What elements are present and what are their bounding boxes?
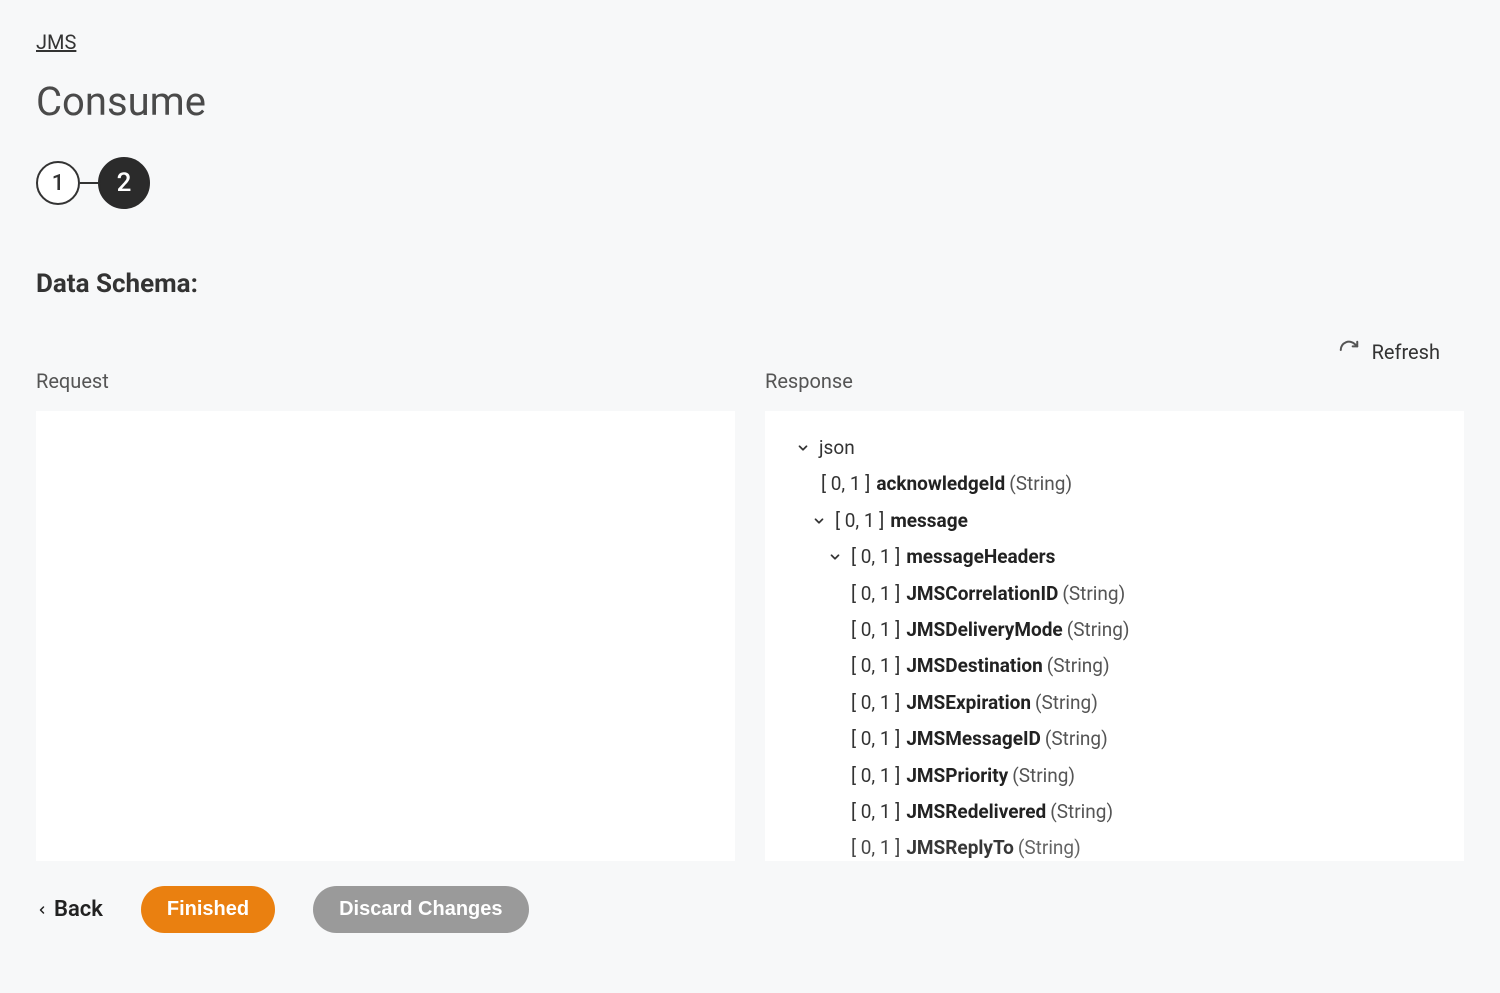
cardinality: [ 0, 1 ]: [851, 833, 900, 861]
cardinality: [ 0, 1 ]: [835, 506, 884, 536]
cardinality: [ 0, 1 ]: [851, 761, 900, 791]
cardinality: [ 0, 1 ]: [851, 797, 900, 827]
field-name: JMSPriority: [906, 761, 1008, 791]
field-type: (String): [1018, 833, 1081, 861]
tree-node-jmscorrelationid[interactable]: [ 0, 1 ] JMSCorrelationID (String): [851, 579, 1436, 609]
field-name: JMSDeliveryMode: [906, 615, 1062, 645]
field-name: JMSMessageID: [906, 724, 1041, 754]
field-type: (String): [1067, 615, 1130, 645]
tree-node-jmsexpiration[interactable]: [ 0, 1 ] JMSExpiration (String): [851, 688, 1436, 718]
field-type: (String): [1009, 469, 1072, 499]
step-1[interactable]: 1: [36, 161, 80, 205]
back-label: Back: [54, 897, 103, 922]
chevron-down-icon[interactable]: [825, 550, 845, 564]
chevron-down-icon[interactable]: [793, 441, 813, 455]
request-panel: [36, 411, 735, 861]
chevron-left-icon: [36, 904, 48, 916]
discard-changes-button[interactable]: Discard Changes: [313, 886, 528, 933]
tree-node-messageheaders[interactable]: [ 0, 1 ] messageHeaders: [825, 542, 1436, 572]
finished-button[interactable]: Finished: [141, 886, 275, 933]
field-type: (String): [1045, 724, 1108, 754]
refresh-icon[interactable]: [1338, 339, 1360, 365]
stepper: 1 2: [36, 157, 1464, 209]
back-button[interactable]: Back: [36, 897, 103, 922]
cardinality: [ 0, 1 ]: [851, 542, 900, 572]
cardinality: [ 0, 1 ]: [851, 579, 900, 609]
request-label: Request: [36, 369, 735, 393]
tree-node-jmsreplyto[interactable]: [ 0, 1 ] JMSReplyTo (String): [851, 833, 1436, 861]
field-name: message: [890, 506, 968, 536]
tree-node-json[interactable]: json: [793, 433, 1436, 463]
field-name: JMSRedelivered: [906, 797, 1046, 827]
cardinality: [ 0, 1 ]: [851, 688, 900, 718]
chevron-down-icon[interactable]: [809, 514, 829, 528]
cardinality: [ 0, 1 ]: [821, 469, 870, 499]
tree-node-jmsmessageid[interactable]: [ 0, 1 ] JMSMessageID (String): [851, 724, 1436, 754]
cardinality: [ 0, 1 ]: [851, 651, 900, 681]
response-panel: json [ 0, 1 ] acknowledgeId (String) [ 0…: [765, 411, 1464, 861]
tree-node-jmsredelivered[interactable]: [ 0, 1 ] JMSRedelivered (String): [851, 797, 1436, 827]
field-type: (String): [1047, 651, 1110, 681]
response-label: Response: [765, 369, 1464, 393]
field-type: (String): [1050, 797, 1113, 827]
step-2[interactable]: 2: [98, 157, 150, 209]
field-type: (String): [1062, 579, 1125, 609]
tree-node-jmspriority[interactable]: [ 0, 1 ] JMSPriority (String): [851, 761, 1436, 791]
field-name: messageHeaders: [906, 542, 1055, 572]
tree-node-jmsdestination[interactable]: [ 0, 1 ] JMSDestination (String): [851, 651, 1436, 681]
field-name: JMSDestination: [906, 651, 1042, 681]
section-title-data-schema: Data Schema:: [36, 269, 1464, 299]
field-name: JMSExpiration: [906, 688, 1031, 718]
tree-node-acknowledgeid[interactable]: [ 0, 1 ] acknowledgeId (String): [821, 469, 1436, 499]
tree-node-message[interactable]: [ 0, 1 ] message: [809, 506, 1436, 536]
tree-node-jmsdeliverymode[interactable]: [ 0, 1 ] JMSDeliveryMode (String): [851, 615, 1436, 645]
field-type: (String): [1035, 688, 1098, 718]
cardinality: [ 0, 1 ]: [851, 615, 900, 645]
breadcrumb-jms[interactable]: JMS: [36, 30, 76, 54]
field-name: acknowledgeId: [876, 469, 1005, 499]
field-name: JMSCorrelationID: [906, 579, 1058, 609]
tree-node-label: json: [819, 433, 855, 463]
field-name: JMSReplyTo: [906, 833, 1014, 861]
cardinality: [ 0, 1 ]: [851, 724, 900, 754]
step-connector: [80, 182, 98, 184]
field-type: (String): [1012, 761, 1075, 791]
page-title: Consume: [36, 78, 1464, 125]
refresh-button[interactable]: Refresh: [1372, 340, 1440, 364]
